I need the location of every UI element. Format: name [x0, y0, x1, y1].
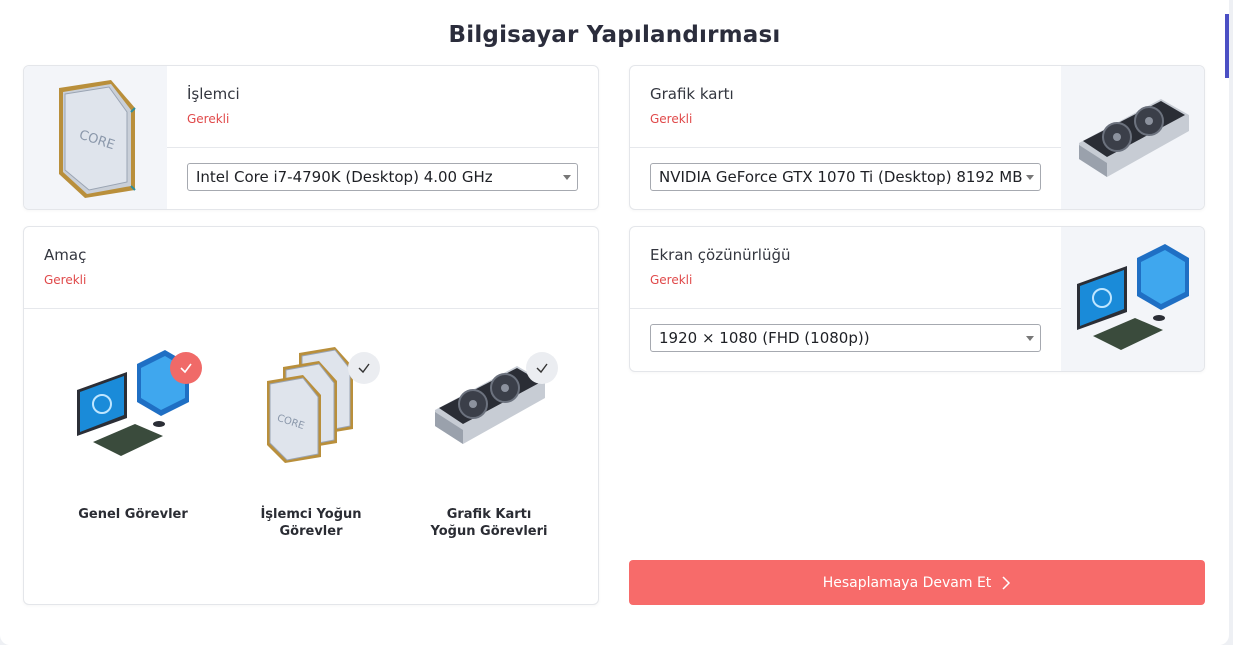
gpu-select-value: NVIDIA GeForce GTX 1070 Ti (Desktop) 819…: [659, 168, 1023, 186]
resolution-divider: [630, 308, 1061, 309]
check-icon[interactable]: [526, 352, 558, 384]
page-title: Bilgisayar Yapılandırması: [448, 22, 781, 48]
resolution-label: Ekran çözünürlüğü: [650, 246, 791, 264]
cpu-select-value: Intel Core i7-4790K (Desktop) 4.00 GHz: [196, 168, 493, 186]
gpu-select[interactable]: NVIDIA GeForce GTX 1070 Ti (Desktop) 819…: [650, 163, 1041, 191]
resolution-select-value: 1920 × 1080 (FHD (1080p)): [659, 329, 870, 347]
desktop-computer-icon: [1076, 244, 1189, 350]
continue-calculation-button[interactable]: Hesaplamaya Devam Et: [629, 560, 1205, 605]
resolution-required: Gerekli: [650, 273, 693, 287]
gpu-card: Grafik kartı Gerekli NVIDIA GeForce GTX …: [629, 65, 1205, 210]
gpu-image-pane: [1061, 66, 1204, 209]
chevron-down-icon: [1026, 336, 1034, 341]
cpu-stack-icon: CORE: [267, 347, 353, 463]
cpu-chip-icon: CORE: [58, 79, 136, 198]
continue-button-label: Hesaplamaya Devam Et: [822, 574, 992, 591]
cpu-required: Gerekli: [187, 112, 230, 126]
cpu-divider: [167, 147, 598, 148]
resolution-image-pane: [1061, 227, 1204, 371]
check-icon[interactable]: [170, 352, 202, 384]
cpu-select[interactable]: Intel Core i7-4790K (Desktop) 4.00 GHz: [187, 163, 578, 191]
gpu-label: Grafik kartı: [650, 85, 734, 103]
resolution-select[interactable]: 1920 × 1080 (FHD (1080p)): [650, 324, 1041, 352]
purpose-option-label: Grafik Kartı Yoğun Görevleri: [430, 507, 548, 539]
cpu-label: İşlemci: [187, 85, 240, 103]
purpose-option-label: Genel Görevler: [78, 507, 188, 522]
configuration-modal: Bilgisayar Yapılandırması CORE İşlemci G…: [0, 0, 1229, 645]
resolution-card: Ekran çözünürlüğü Gerekli 1920 × 1080 (F…: [629, 226, 1205, 372]
check-icon[interactable]: [348, 352, 380, 384]
cpu-image-pane: CORE: [24, 66, 167, 209]
purpose-required: Gerekli: [44, 273, 87, 287]
gpu-required: Gerekli: [650, 112, 693, 126]
cpu-card: CORE İşlemci Gerekli Intel Core i7-4790K…: [23, 65, 599, 210]
purpose-divider: [24, 308, 598, 309]
graphics-card-icon: [1078, 98, 1189, 177]
chevron-down-icon: [1026, 175, 1034, 180]
gpu-divider: [630, 147, 1061, 148]
purpose-option-label: İşlemci Yoğun Görevler: [260, 507, 362, 539]
chevron-down-icon: [563, 175, 571, 180]
chevron-right-icon: [1002, 575, 1011, 590]
purpose-label: Amaç: [44, 246, 87, 264]
